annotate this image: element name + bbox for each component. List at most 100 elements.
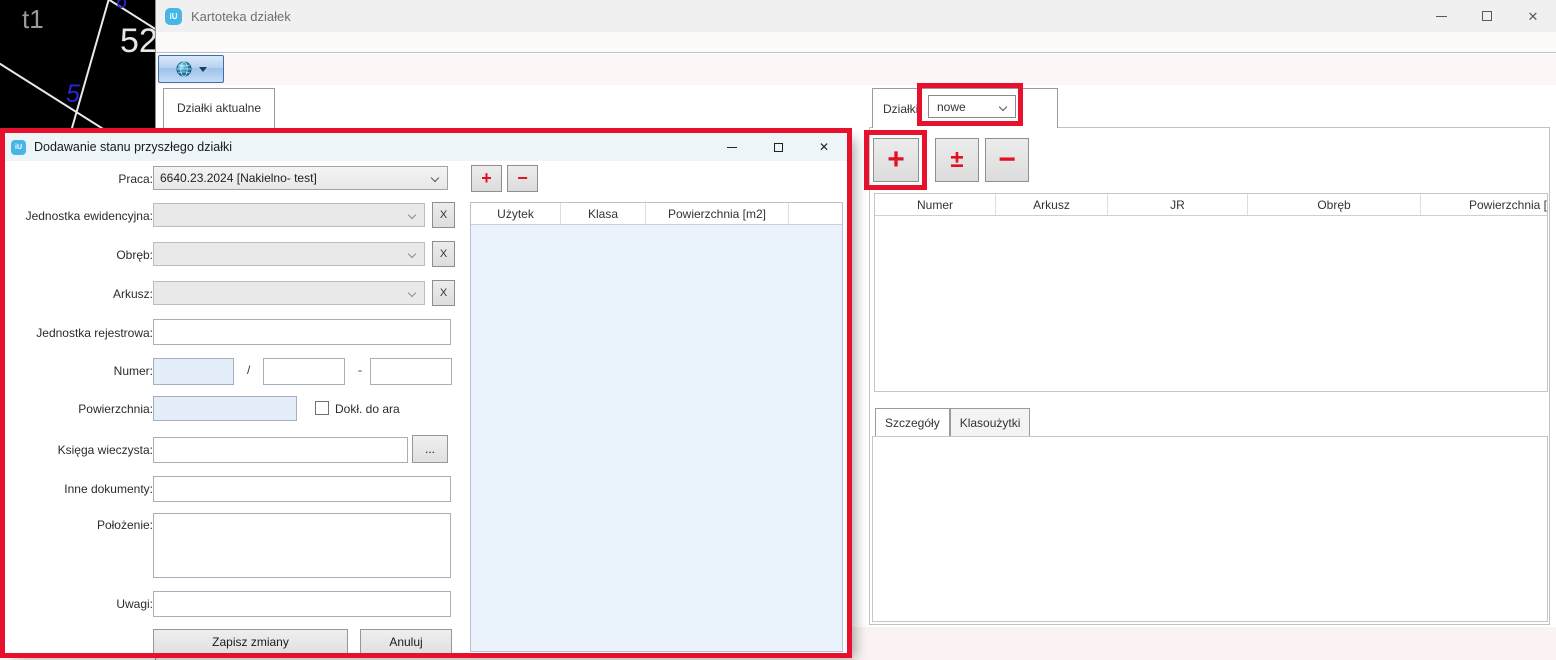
chevron-down-icon (998, 102, 1008, 112)
maximize-icon (1482, 11, 1492, 21)
close-button[interactable]: ✕ (1510, 0, 1556, 32)
x-icon: X (439, 287, 448, 299)
column-header-powierzchnia[interactable]: Powierzchnia [m2] (1421, 194, 1547, 215)
map-layers-button[interactable] (158, 55, 224, 83)
dialog-dodawanie-stanu: iU Dodawanie stanu przyszłego działki ✕ … (5, 133, 847, 654)
anuluj-button[interactable]: Anuluj (360, 629, 452, 654)
numer-input-2[interactable] (263, 358, 345, 385)
tab-klasouzytki[interactable]: Klasoużytki (949, 408, 1031, 437)
klasouzytki-table[interactable]: Użytek Klasa Powierzchnia [m2] (470, 202, 843, 652)
ksiega-wieczysta-input[interactable] (153, 437, 408, 463)
ksiega-wieczysta-browse-button[interactable]: ... (412, 435, 448, 463)
numer-label: Numer: (113, 364, 153, 378)
app-icon: iU (165, 7, 182, 25)
jednostka-rejestrowa-label: Jednostka rejestrowa: (36, 326, 153, 340)
jednostka-ewidencyjna-combobox[interactable] (153, 203, 425, 227)
main-titlebar: iU Kartoteka działek ✕ (156, 0, 1556, 32)
arkusz-combobox[interactable] (153, 281, 425, 305)
column-header-obreb[interactable]: Obręb (1248, 194, 1421, 215)
toolbar (156, 54, 1556, 85)
zapisz-zmiany-button[interactable]: Zapisz zmiany (153, 629, 348, 654)
minimize-icon (1435, 15, 1447, 17)
plus-icon: + (887, 143, 905, 176)
dialog-close-button[interactable]: ✕ (801, 133, 847, 161)
maximize-button[interactable] (1464, 0, 1510, 32)
numer-separator-dash: - (358, 363, 362, 377)
chevron-down-icon (430, 173, 440, 183)
powierzchnia-input[interactable] (153, 396, 297, 421)
parcel-state-combobox[interactable]: nowe (928, 95, 1016, 118)
dialog-title: Dodawanie stanu przyszłego działki (34, 140, 233, 154)
polozenie-textarea[interactable] (153, 513, 451, 578)
detail-panel (872, 436, 1548, 622)
minimize-icon (727, 146, 737, 148)
dialog-maximize-button[interactable] (755, 133, 801, 161)
x-icon: X (439, 248, 448, 260)
screen: t1 52 5 6 iU Kartoteka działek ✕ Działki… (0, 0, 1556, 660)
jednostka-ewidencyjna-label: Jednostka ewidencyjna: (25, 209, 153, 223)
arkusz-clear-button[interactable]: X (432, 280, 455, 306)
jednostka-ewidencyjna-clear-button[interactable]: X (432, 202, 455, 228)
uwagi-label: Uwagi: (116, 597, 153, 611)
chevron-down-icon (199, 66, 207, 72)
uwagi-input[interactable] (153, 591, 451, 617)
dokl-do-ara-checkbox[interactable] (315, 401, 329, 415)
zapisz-zmiany-label: Zapisz zmiany (212, 634, 289, 649)
inne-dokumenty-input[interactable] (153, 476, 451, 502)
obreb-label: Obręb: (116, 248, 153, 262)
minus-icon: − (998, 143, 1016, 176)
column-header-arkusz[interactable]: Arkusz (996, 194, 1108, 215)
map-label-5: 5 (66, 80, 80, 108)
modify-parcel-button[interactable]: ± (935, 138, 979, 182)
ellipsis-icon: ... (424, 442, 435, 456)
detail-tabs: Szczegóły Klasoużytki (875, 408, 1031, 437)
close-icon: ✕ (1527, 8, 1539, 24)
parcel-state-value: nowe (937, 99, 966, 114)
column-header-numer[interactable]: Numer (875, 194, 996, 215)
column-header-powierzchnia-m2[interactable]: Powierzchnia [m2] (646, 203, 789, 224)
praca-label: Praca: (118, 172, 153, 186)
column-header-klasa[interactable]: Klasa (561, 203, 646, 224)
remove-parcel-button[interactable]: − (985, 138, 1029, 182)
globe-icon (176, 61, 192, 77)
obreb-combobox[interactable] (153, 242, 425, 266)
tab-dzialki-aktualne-label: Działki aktualne (176, 101, 262, 115)
numer-input-3[interactable] (370, 358, 452, 385)
window-title: Kartoteka działek (191, 8, 291, 24)
add-class-use-button[interactable]: + (471, 165, 502, 192)
chevron-down-icon (407, 249, 417, 259)
parcels-table-header: Numer Arkusz JR Obręb Powierzchnia [m2] (875, 194, 1547, 216)
add-parcel-button[interactable]: + (873, 138, 919, 182)
jednostka-rejestrowa-input[interactable] (153, 319, 451, 345)
column-header-uzytek[interactable]: Użytek (471, 203, 561, 224)
obreb-clear-button[interactable]: X (432, 241, 455, 267)
minimize-button[interactable] (1418, 0, 1464, 32)
powierzchnia-label: Powierzchnia: (78, 402, 153, 416)
dialog-minimize-button[interactable] (709, 133, 755, 161)
klasouzytki-table-header: Użytek Klasa Powierzchnia [m2] (471, 203, 842, 225)
arkusz-label: Arkusz: (112, 287, 153, 301)
praca-combobox[interactable]: 6640.23.2024 [Nakielno- test] (153, 166, 448, 190)
tab-dzialki-label: Działki (883, 102, 919, 116)
dialog-icon: iU (11, 139, 26, 155)
parcels-table[interactable]: Numer Arkusz JR Obręb Powierzchnia [m2] (874, 193, 1548, 392)
polozenie-label: Położenie: (96, 518, 153, 532)
tab-dzialki-aktualne[interactable]: Działki aktualne (163, 88, 275, 132)
column-header-jr[interactable]: JR (1108, 194, 1248, 215)
tab-szczegoly-label: Szczegóły (885, 415, 940, 430)
tab-szczegoly[interactable]: Szczegóły (875, 408, 950, 437)
map-background: t1 52 5 6 (0, 0, 156, 132)
dokl-do-ara-label: Dokł. do ara (335, 402, 400, 416)
dialog-titlebar: iU Dodawanie stanu przyszłego działki ✕ (5, 133, 847, 161)
numer-input-1[interactable] (153, 358, 234, 385)
inne-dokumenty-label: Inne dokumenty: (64, 482, 153, 496)
ksiega-wieczysta-label: Księga wieczysta: (57, 443, 153, 457)
map-label-52: 52 (120, 22, 156, 60)
column-header-filler (789, 203, 842, 224)
anuluj-label: Anuluj (389, 634, 423, 649)
chevron-down-icon (407, 288, 417, 298)
map-label-t1: t1 (22, 4, 44, 34)
tab-klasouzytki-label: Klasoużytki (959, 415, 1021, 430)
remove-class-use-button[interactable]: − (507, 165, 538, 192)
praca-value: 6640.23.2024 [Nakielno- test] (160, 171, 317, 185)
